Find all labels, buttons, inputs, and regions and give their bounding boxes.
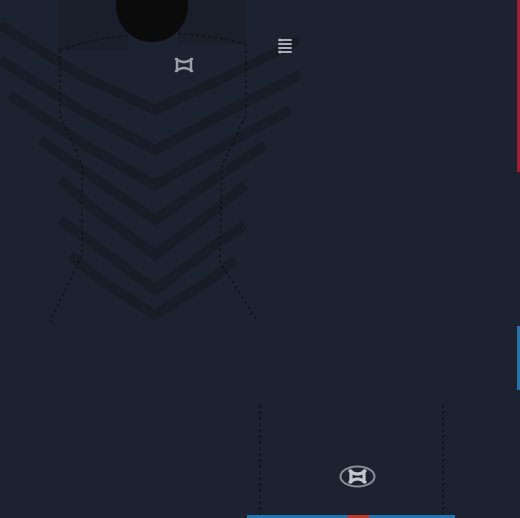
under-armour-logo-icon (174, 57, 194, 73)
front-body-stitching (49, 32, 259, 323)
under-armour-oval-logo-icon (339, 465, 376, 488)
back-panel-stitching (259, 405, 444, 518)
size-tag-icon (278, 38, 292, 54)
jersey-texture-canvas (0, 0, 520, 518)
